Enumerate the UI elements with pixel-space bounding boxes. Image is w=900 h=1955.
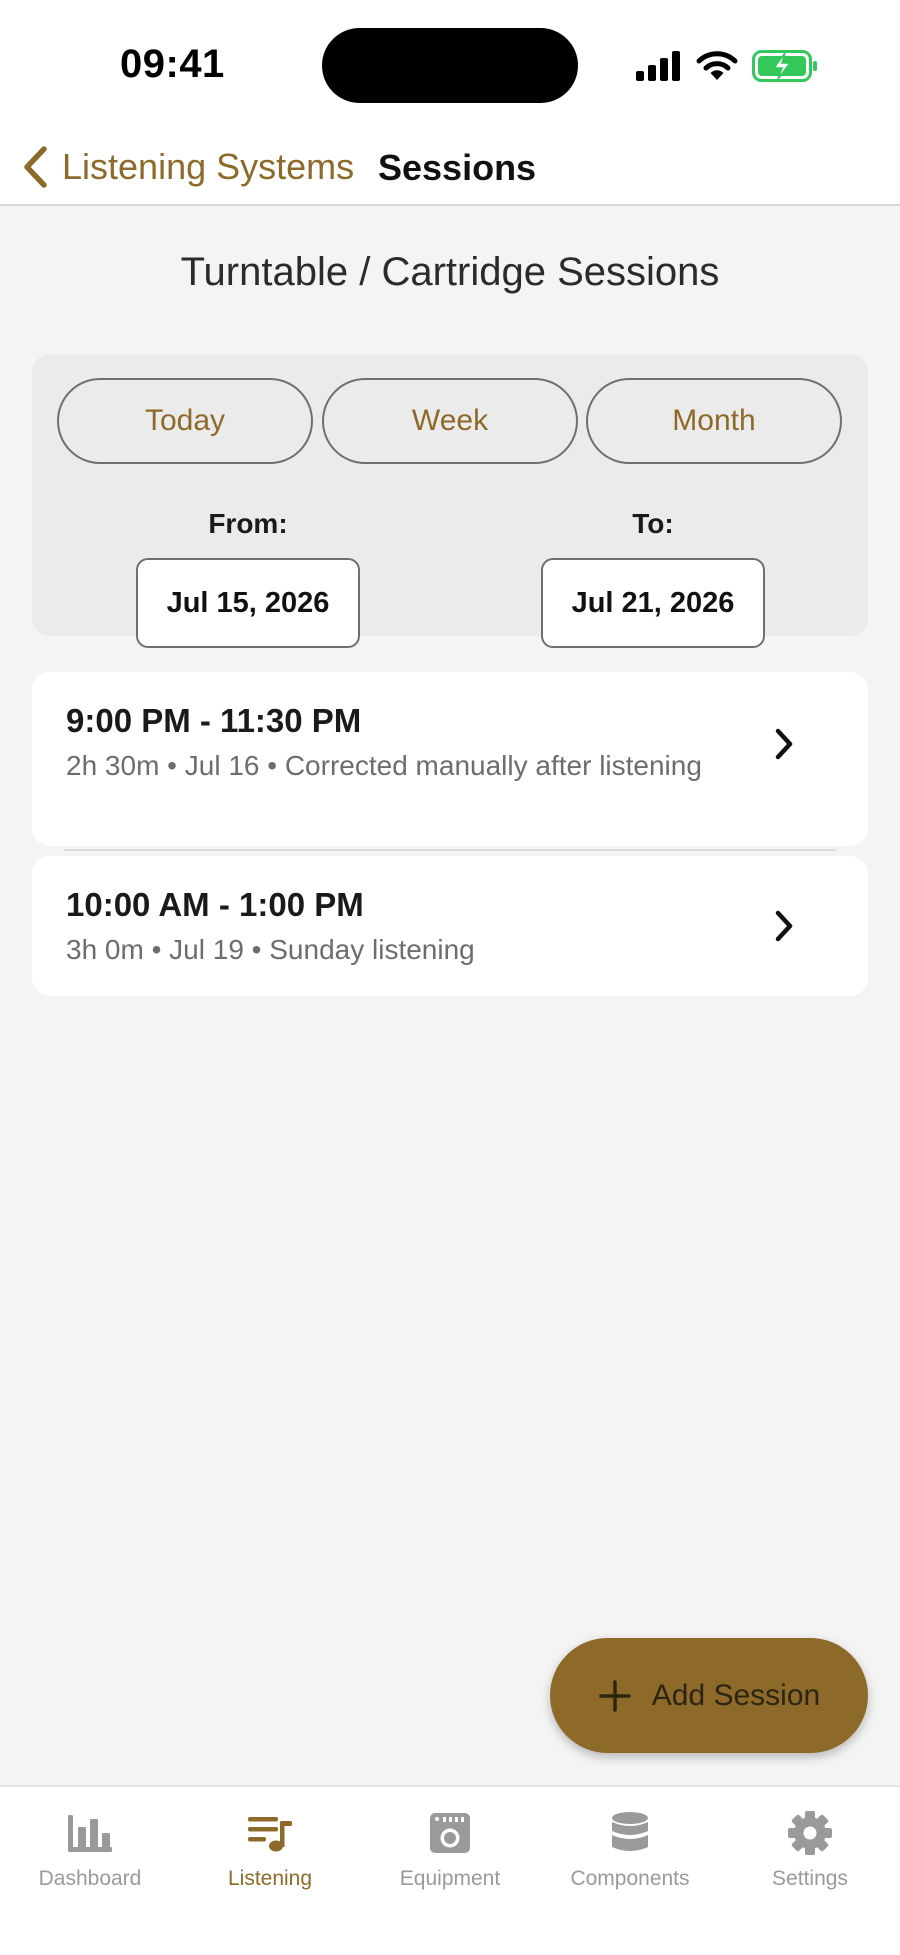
session-time: 9:00 PM - 11:30 PM [66, 702, 362, 739]
range-today-button[interactable]: Today [57, 378, 313, 464]
status-icons [636, 46, 818, 86]
tab-settings[interactable]: Settings [730, 1807, 890, 1903]
tab-listening[interactable]: Listening [190, 1807, 350, 1903]
dynamic-island [322, 28, 578, 103]
tab-label: Listening [227, 1867, 313, 1890]
wifi-icon [696, 51, 738, 80]
tab-components[interactable]: Components [550, 1807, 710, 1903]
session-time: 10:00 AM - 1:00 PM [66, 886, 364, 923]
session-row[interactable]: 10:00 AM - 1:00 PM 3h 0m • Jul 19 • Sund… [32, 856, 868, 996]
from-date-field[interactable]: Jul 15, 2026 [136, 558, 360, 648]
tab-bar: Dashboard Listening Equipment Components… [0, 1785, 900, 1955]
nav-title: Sessions [378, 147, 537, 188]
navigation-bar: Listening Systems Sessions [0, 130, 900, 206]
signal-icon [636, 51, 680, 81]
list-divider [64, 849, 836, 851]
back-label: Listening Systems [62, 146, 355, 187]
session-row[interactable]: 9:00 PM - 11:30 PM 2h 30m • Jul 16 • Cor… [32, 672, 868, 846]
back-button[interactable]: Listening Systems [22, 142, 354, 192]
add-session-label: Add Session [651, 1678, 821, 1712]
from-label: From: [208, 508, 288, 539]
database-icon [612, 1812, 648, 1851]
chevron-right-icon [775, 910, 793, 942]
tab-label: Components [570, 1867, 690, 1890]
status-time: 09:41 [120, 42, 225, 86]
tab-label: Equipment [399, 1867, 501, 1890]
add-session-button[interactable]: Add Session [550, 1638, 868, 1753]
session-details: 3h 0m • Jul 19 • Sunday listening [66, 934, 475, 965]
amplifier-icon [430, 1813, 470, 1853]
range-week-button[interactable]: Week [322, 378, 578, 464]
tab-dashboard[interactable]: Dashboard [10, 1807, 170, 1903]
session-details: 2h 30m • Jul 16 • Corrected manually aft… [66, 750, 702, 781]
bar-chart-icon [68, 1815, 112, 1852]
to-label: To: [632, 508, 674, 539]
battery-charging-icon [752, 50, 817, 82]
chevron-right-icon [775, 728, 793, 760]
page-title: Turntable / Cartridge Sessions [180, 250, 720, 294]
sessions-screen: 09:41 Listening Systems Sessions Turntab… [0, 0, 900, 1955]
status-bar: 09:41 [0, 0, 900, 130]
plus-icon [599, 1679, 631, 1712]
gear-icon [788, 1811, 832, 1855]
to-date-field[interactable]: Jul 21, 2026 [541, 558, 765, 648]
tab-equipment[interactable]: Equipment [370, 1807, 530, 1903]
tab-label: Dashboard [38, 1867, 142, 1890]
range-month-button[interactable]: Month [586, 378, 842, 464]
chevron-left-icon [24, 146, 47, 188]
date-filter-panel: Today Week Month From: To: Jul 15, 2026 … [32, 354, 868, 648]
music-list-icon [248, 1817, 292, 1852]
tab-label: Settings [772, 1867, 848, 1890]
